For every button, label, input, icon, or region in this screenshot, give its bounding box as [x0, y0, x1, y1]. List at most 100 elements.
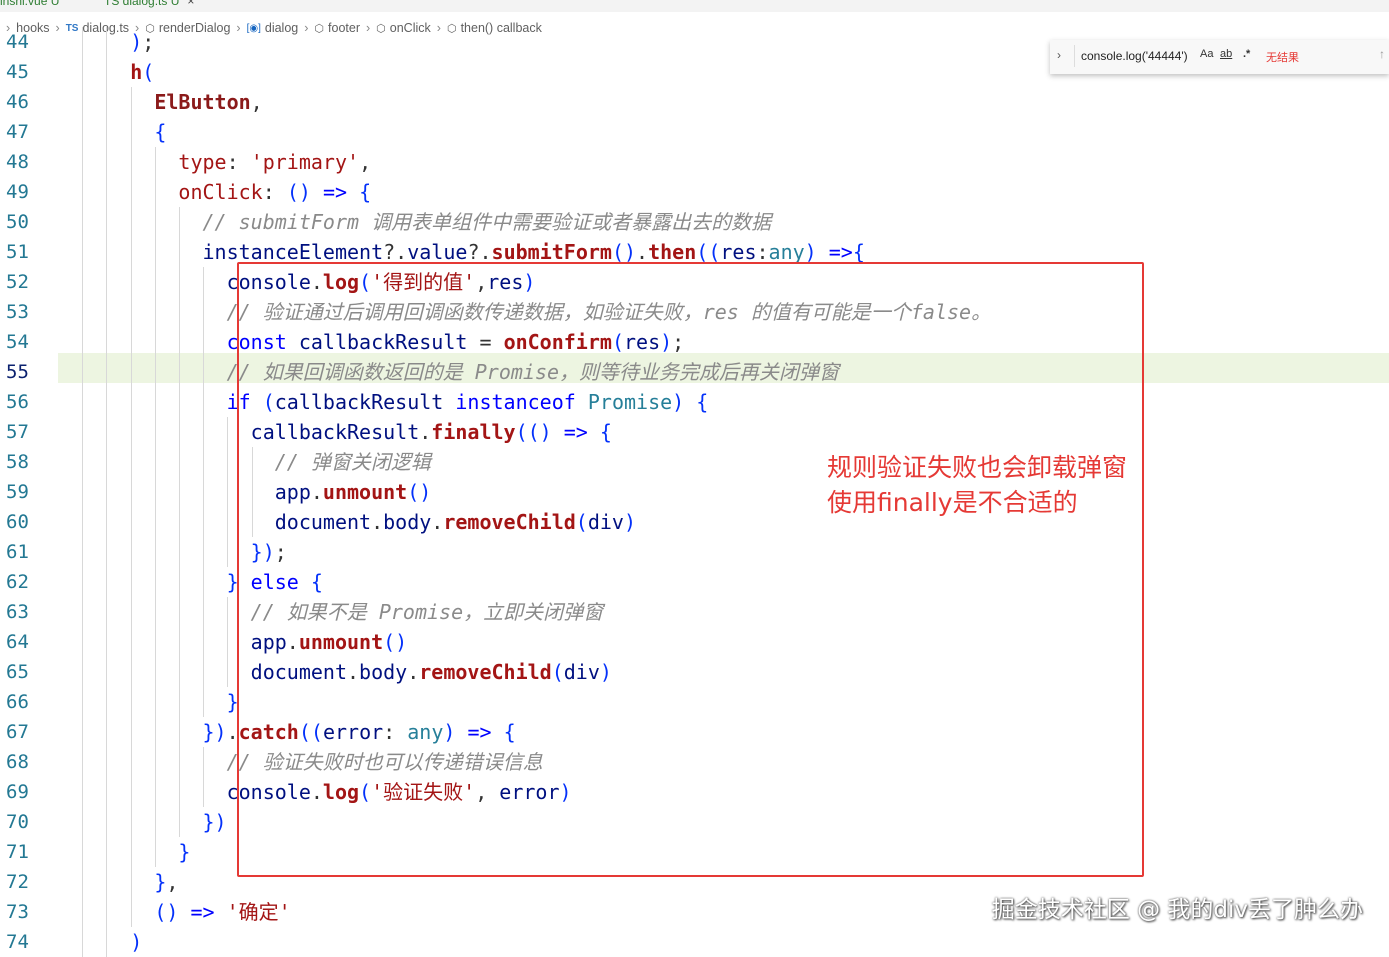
indent-guide [154, 717, 156, 747]
indent-guide [130, 477, 132, 507]
annotation-note: 规则验证失败也会卸载弹窗 使用finally是不合适的 [827, 453, 1128, 517]
line-number: 46 [6, 91, 29, 113]
indent-guide [82, 807, 84, 837]
indent-guide [82, 357, 84, 387]
indent-guide [203, 687, 205, 717]
indent-guide [106, 597, 108, 627]
indent-guide [82, 657, 84, 687]
previous-match-icon[interactable]: ↑ [1379, 47, 1385, 61]
indent-guide [179, 447, 180, 477]
indent-guide [227, 507, 229, 537]
code-line[interactable]: 47 { [0, 117, 1389, 147]
line-number: 67 [6, 721, 29, 743]
indent-guide [130, 147, 132, 177]
indent-guide [130, 717, 132, 747]
indent-guide [154, 507, 156, 537]
indent-guide [154, 537, 156, 567]
indent-guide [106, 837, 108, 867]
indent-guide [154, 837, 156, 867]
indent-guide [106, 867, 108, 897]
indent-guide [106, 117, 108, 147]
indent-guide [130, 807, 132, 837]
indent-guide [179, 777, 180, 807]
indent-guide [203, 507, 205, 537]
code-line[interactable]: 46 ElButton, [0, 87, 1389, 117]
indent-guide [227, 597, 229, 627]
match-case-icon[interactable]: Aa [1200, 48, 1213, 60]
indent-guide [106, 657, 108, 687]
code-line[interactable]: 74 ) [0, 927, 1389, 957]
code-text: } [178, 840, 191, 864]
indent-guide [106, 327, 108, 357]
line-number: 68 [6, 751, 29, 773]
indent-guide [82, 627, 84, 657]
tab-dialog-ts[interactable]: TS dialog.ts U × [104, 0, 194, 8]
indent-guide [82, 477, 84, 507]
indent-guide [203, 297, 205, 327]
indent-guide [130, 597, 132, 627]
indent-guide [203, 597, 205, 627]
indent-guide [82, 267, 84, 297]
annotation-highlight-box [237, 262, 1144, 877]
line-number: 72 [6, 871, 29, 893]
line-number: 74 [6, 931, 29, 953]
indent-guide [179, 567, 180, 597]
code-text: onClick: () => { [178, 180, 372, 204]
indent-guide [82, 27, 84, 57]
indent-guide [179, 657, 180, 687]
indent-guide [203, 627, 205, 657]
line-number: 45 [6, 61, 29, 83]
line-number: 48 [6, 151, 29, 173]
line-number: 66 [6, 691, 29, 713]
toggle-replace-chevron-icon[interactable]: › [1057, 48, 1061, 62]
code-text: } [226, 690, 239, 714]
indent-guide [130, 297, 132, 327]
tab-inshi-vue[interactable]: inshi.vue U [0, 0, 59, 8]
indent-guide [106, 567, 108, 597]
indent-guide [106, 537, 108, 567]
close-icon[interactable]: × [187, 0, 194, 8]
indent-guide [203, 267, 205, 297]
indent-guide [179, 687, 180, 717]
code-line[interactable]: 48 type: 'primary', [0, 147, 1389, 177]
line-number: 47 [6, 121, 29, 143]
indent-guide [203, 417, 205, 447]
indent-guide [154, 597, 156, 627]
indent-guide [130, 687, 132, 717]
regex-icon[interactable]: .* [1243, 48, 1250, 60]
indent-guide [154, 417, 156, 447]
indent-guide [82, 717, 84, 747]
indent-guide [179, 267, 180, 297]
indent-guide [179, 627, 180, 657]
indent-guide [154, 327, 156, 357]
indent-guide [154, 477, 156, 507]
indent-guide [106, 267, 108, 297]
indent-guide [203, 777, 205, 807]
code-text: }) [202, 810, 227, 834]
indent-guide [106, 57, 108, 87]
code-line[interactable]: 49 onClick: () => { [0, 177, 1389, 207]
code-editor[interactable]: 44 ); 45 h(46 ElButton, 47 {48 type: 'prim… [0, 27, 1389, 957]
find-widget: › console.log('44444') Aa ab .* 无结果 ↑ [1050, 40, 1389, 74]
line-number: 55 [6, 361, 29, 383]
indent-guide [227, 477, 229, 507]
indent-guide [106, 777, 108, 807]
indent-guide [203, 357, 205, 387]
line-number: 63 [6, 601, 29, 623]
indent-guide [154, 657, 156, 687]
line-number: 52 [6, 271, 29, 293]
indent-guide [154, 567, 156, 597]
indent-guide [227, 627, 229, 657]
code-line[interactable]: 50 // submitForm 调用表单组件中需要验证或者暴露出去的数据 [0, 207, 1389, 237]
whole-word-icon[interactable]: ab [1220, 48, 1232, 60]
find-input[interactable]: console.log('44444') [1074, 45, 1291, 67]
indent-guide [106, 897, 108, 927]
indent-guide [82, 747, 84, 777]
indent-guide [203, 567, 205, 597]
indent-guide [130, 777, 132, 807]
indent-guide [130, 747, 132, 777]
indent-guide [106, 297, 108, 327]
indent-guide [106, 417, 108, 447]
indent-guide [179, 507, 180, 537]
line-number: 49 [6, 181, 29, 203]
